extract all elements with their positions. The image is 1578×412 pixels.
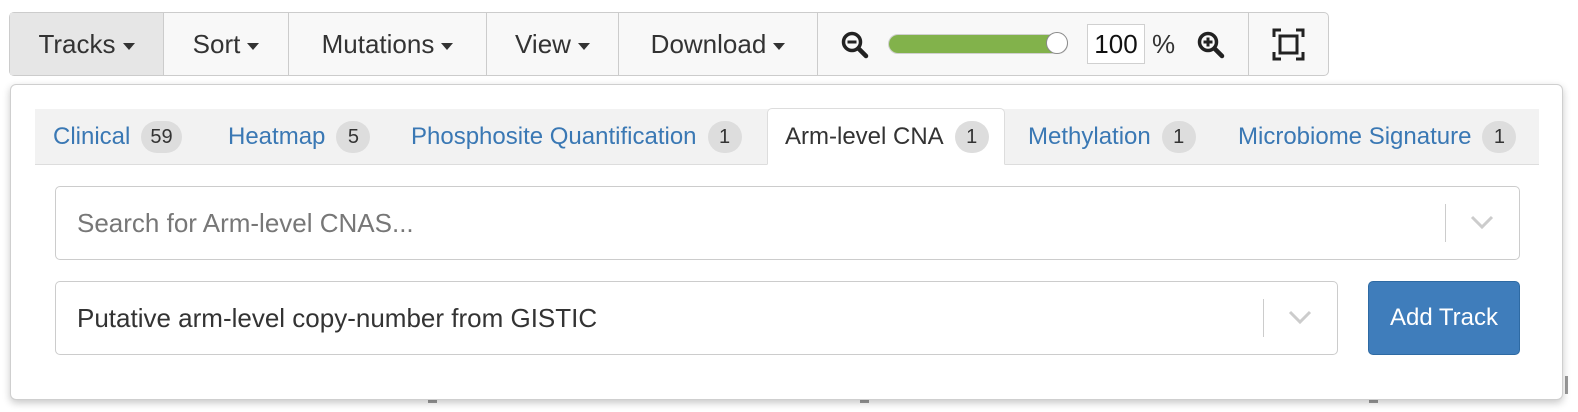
chevron-down-icon[interactable] — [1469, 212, 1495, 232]
tab-label: Phosphosite Quantification — [411, 123, 697, 150]
background-mark — [1369, 400, 1378, 403]
oncoprint-toolbar: Tracks Sort Mutations View Download 100 … — [9, 12, 1329, 76]
caret-down-icon — [773, 42, 786, 50]
select-separator — [1263, 299, 1264, 337]
search-placeholder: Search for Arm-level CNAS... — [77, 207, 414, 238]
fit-to-screen-icon — [1272, 28, 1305, 61]
caret-down-icon — [122, 42, 135, 50]
fit-to-screen-button[interactable] — [1249, 13, 1328, 75]
tab-label: Heatmap — [228, 123, 326, 150]
tab-label: Methylation — [1028, 123, 1151, 150]
tab-clinical[interactable]: Clinical 59 — [53, 109, 182, 165]
profile-select[interactable]: Putative arm-level copy-number from GIST… — [55, 281, 1338, 355]
zoom-percent-unit: % — [1152, 29, 1176, 59]
tab-count-badge: 1 — [1161, 121, 1196, 153]
download-menu-label: Download — [650, 28, 767, 59]
select-separator — [1445, 204, 1446, 242]
view-menu-label: View — [515, 28, 571, 59]
tab-methylation[interactable]: Methylation 1 — [1028, 109, 1196, 165]
tab-count-badge: 5 — [336, 121, 371, 153]
sort-menu-label: Sort — [192, 28, 241, 59]
tracks-menu-label: Tracks — [38, 28, 116, 59]
caret-down-icon — [441, 42, 454, 50]
background-mark — [428, 400, 437, 403]
tab-label: Microbiome Signature — [1238, 123, 1472, 150]
zoom-percent-input[interactable]: 100 — [1087, 24, 1145, 64]
zoom-slider-track[interactable] — [888, 34, 1068, 54]
background-mark — [860, 400, 869, 403]
arm-level-cna-search-select[interactable]: Search for Arm-level CNAS... — [55, 186, 1520, 260]
zoom-slider-fill — [889, 35, 1058, 53]
chevron-down-icon[interactable] — [1287, 307, 1313, 327]
tab-count-badge: 1 — [707, 121, 742, 153]
tab-arm-level-cna[interactable]: Arm-level CNA 1 — [767, 108, 1005, 165]
tab-microbiome-signature[interactable]: Microbiome Signature 1 — [1238, 109, 1517, 165]
add-track-button[interactable]: Add Track — [1368, 281, 1520, 355]
tracks-menu-button[interactable]: Tracks — [10, 13, 164, 75]
tab-count-badge: 59 — [141, 121, 182, 153]
caret-down-icon — [577, 42, 590, 50]
download-menu-button[interactable]: Download — [619, 13, 818, 75]
zoom-slider-handle[interactable] — [1046, 32, 1068, 54]
profile-select-value: Putative arm-level copy-number from GIST… — [77, 302, 598, 333]
tab-phosphosite-quantification[interactable]: Phosphosite Quantification 1 — [411, 109, 742, 165]
zoom-controls: 100 % — [818, 13, 1249, 75]
tab-count-badge: 1 — [954, 120, 989, 153]
caret-down-icon — [247, 42, 260, 50]
zoom-in-icon[interactable] — [1196, 30, 1226, 60]
tab-heatmap[interactable]: Heatmap 5 — [228, 109, 371, 165]
tab-label: Arm-level CNA — [785, 122, 944, 150]
mutations-menu-label: Mutations — [321, 28, 435, 59]
mutations-menu-button[interactable]: Mutations — [289, 13, 487, 75]
zoom-out-icon[interactable] — [840, 30, 870, 60]
tab-count-badge: 1 — [1482, 121, 1517, 153]
tab-label: Clinical — [53, 123, 131, 150]
tracks-dropdown-panel: Clinical 59 Heatmap 5 Phosphosite Quanti… — [10, 84, 1563, 400]
track-type-tabs: Clinical 59 Heatmap 5 Phosphosite Quanti… — [35, 108, 1539, 165]
view-menu-button[interactable]: View — [487, 13, 619, 75]
sort-menu-button[interactable]: Sort — [164, 13, 289, 75]
background-mark — [1565, 376, 1568, 394]
